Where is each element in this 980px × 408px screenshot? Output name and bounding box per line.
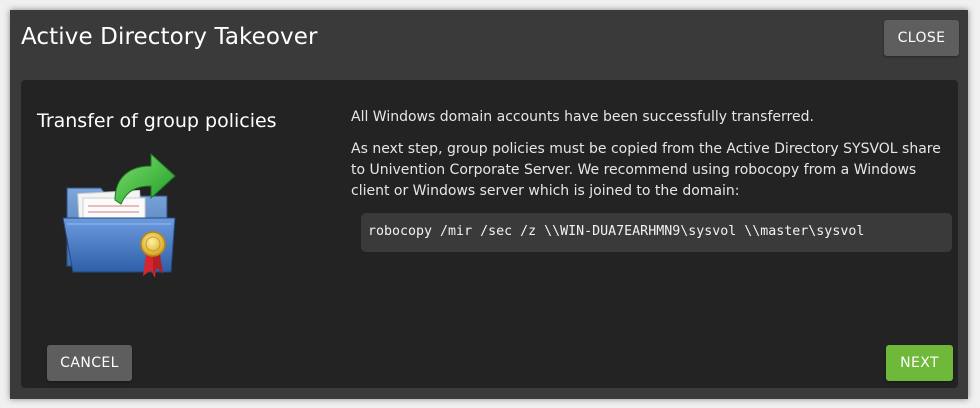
close-button[interactable]: CLOSE [884, 20, 959, 56]
cancel-button[interactable]: CANCEL [47, 345, 132, 381]
folder-transfer-icon [59, 148, 179, 278]
success-message: All Windows domain accounts have been su… [351, 109, 814, 125]
command-box: robocopy /mir /sec /z \\WIN-DUA7EARHMN9\… [361, 213, 952, 252]
page-heading: Transfer of group policies [37, 110, 277, 132]
content-panel: Transfer of group policies All Windows d… [21, 80, 958, 388]
dialog: Active Directory Takeover CLOSE Transfer… [10, 10, 968, 399]
next-button[interactable]: NEXT [886, 345, 953, 381]
robocopy-command: robocopy /mir /sec /z \\WIN-DUA7EARHMN9\… [368, 224, 865, 239]
instructions-text: As next step, group policies must be cop… [351, 141, 941, 199]
dialog-title: Active Directory Takeover [21, 24, 318, 50]
